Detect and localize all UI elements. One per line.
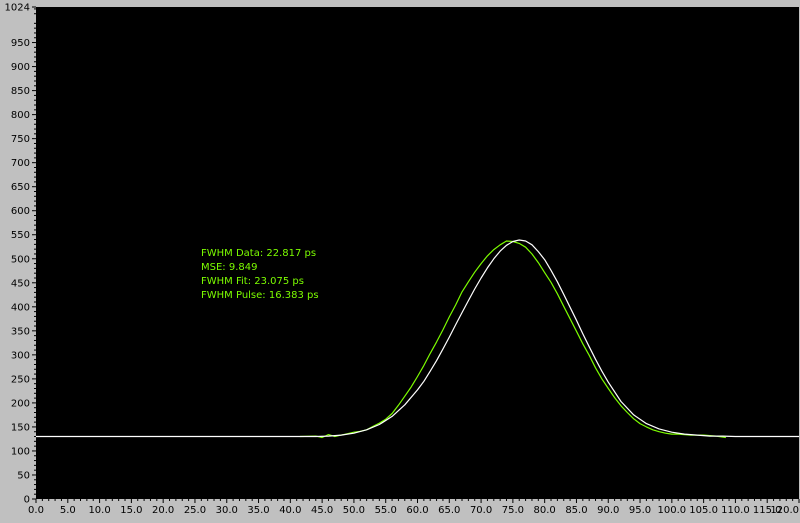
y-tick-label: 300 xyxy=(11,350,30,361)
x-tick-label: 70.0 xyxy=(470,505,492,516)
x-tick-label: 60.0 xyxy=(406,505,428,516)
y-tick-label: 150 xyxy=(11,422,30,433)
y-tick-label: 800 xyxy=(11,110,30,121)
x-tick-label: 5.0 xyxy=(60,505,76,516)
y-tick-label: 900 xyxy=(11,62,30,73)
y-tick-label: 400 xyxy=(11,302,30,313)
x-tick-label: 95.0 xyxy=(629,505,651,516)
x-tick-label: 80.0 xyxy=(534,505,556,516)
y-tick-label: 700 xyxy=(11,158,30,169)
chart-area: 0 50 100 150 200 250 300 350 400 450 500 550 600 650 7… xyxy=(0,0,800,519)
x-tick-label: 120.0 xyxy=(770,505,799,516)
x-tick-label: 50.0 xyxy=(343,505,365,516)
x-tick-label: 25.0 xyxy=(184,505,206,516)
y-tick-label: 650 xyxy=(11,182,30,193)
plot-background xyxy=(36,7,799,499)
mse-annotation: MSE: 9.849 xyxy=(201,262,258,273)
y-tick-label: 200 xyxy=(11,398,30,409)
y-tick-label: 1024 xyxy=(5,3,30,14)
x-tick-label: 75.0 xyxy=(502,505,524,516)
x-tick-label: 110.0 xyxy=(721,505,750,516)
y-tick-label: 250 xyxy=(11,374,30,385)
fwhm-data-annotation: FWHM Data: 22.817 ps xyxy=(201,248,317,259)
fwhm-fit-annotation: FWHM Fit: 23.075 ps xyxy=(201,276,304,287)
x-tick-label: 35.0 xyxy=(247,505,269,516)
x-tick-label: 40.0 xyxy=(279,505,301,516)
y-tick-label: 950 xyxy=(11,38,30,49)
x-tick-label: 20.0 xyxy=(152,505,174,516)
x-tick-label: 105.0 xyxy=(689,505,718,516)
y-tick-label: 100 xyxy=(11,446,30,457)
waveform-plot: 0 50 100 150 200 250 300 350 400 450 500 550 600 650 7… xyxy=(0,0,800,519)
x-tick-label: 100.0 xyxy=(658,505,687,516)
y-tick-label: 850 xyxy=(11,86,30,97)
x-tick-label: 90.0 xyxy=(597,505,619,516)
x-tick-label: 55.0 xyxy=(375,505,397,516)
y-tick-label: 50 xyxy=(17,470,30,481)
y-tick-label: 350 xyxy=(11,326,30,337)
y-tick-label: 500 xyxy=(11,254,30,265)
x-tick-label: 10.0 xyxy=(88,505,110,516)
y-tick-label: 0 xyxy=(24,495,30,506)
x-tick-label: 30.0 xyxy=(216,505,238,516)
y-tick-label: 600 xyxy=(11,206,30,217)
y-tick-label: 750 xyxy=(11,134,30,145)
x-tick-label: 65.0 xyxy=(438,505,460,516)
fwhm-pulse-annotation: FWHM Pulse: 16.383 ps xyxy=(201,290,319,301)
x-tick-label: 0.0 xyxy=(28,505,44,516)
y-tick-label: 450 xyxy=(11,278,30,289)
x-tick-label: 85.0 xyxy=(565,505,587,516)
x-tick-label: 45.0 xyxy=(311,505,333,516)
x-tick-label: 15.0 xyxy=(120,505,142,516)
y-tick-label: 550 xyxy=(11,230,30,241)
